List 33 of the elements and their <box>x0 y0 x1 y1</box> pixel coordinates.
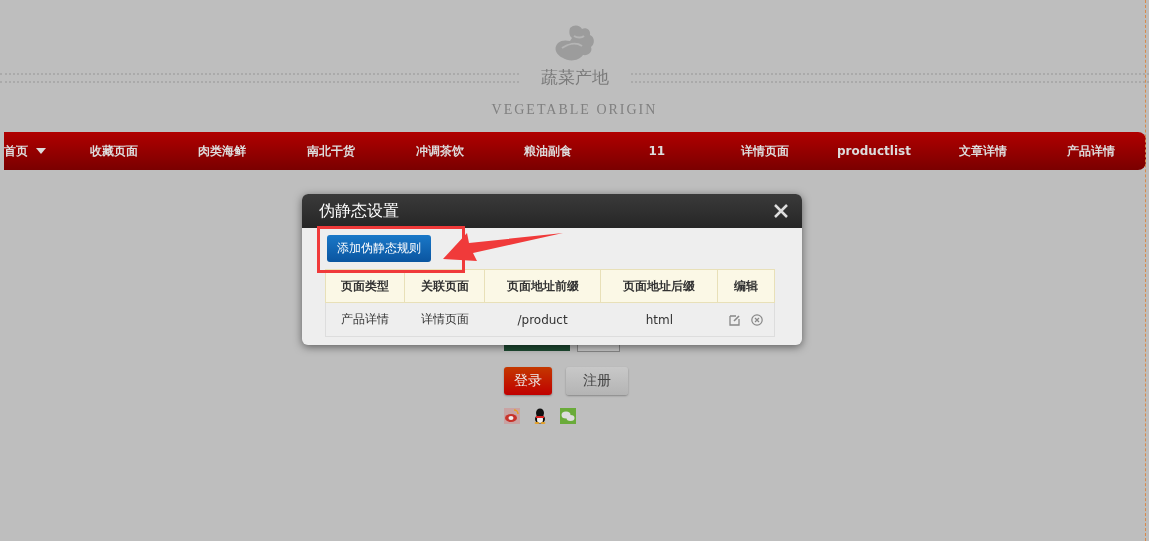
weibo-icon[interactable] <box>504 408 520 424</box>
site-title: 蔬菜产地 <box>539 66 610 89</box>
delete-icon[interactable] <box>750 314 763 326</box>
nav-link[interactable]: 肉类海鲜 <box>168 142 277 160</box>
edit-icon[interactable] <box>728 314 741 326</box>
nav-link[interactable]: 11 <box>602 144 712 158</box>
register-button[interactable]: 注册 <box>566 367 628 395</box>
column-header: 页面地址后缀 <box>600 269 718 303</box>
nav-link[interactable]: 详情页面 <box>711 142 820 160</box>
column-header: 编辑 <box>717 269 775 303</box>
nav-link[interactable]: 文章详情 <box>928 142 1037 160</box>
table-cell: 产品详情 <box>325 302 405 337</box>
nav-link[interactable]: productlist <box>819 144 929 158</box>
column-header: 关联页面 <box>404 269 485 303</box>
column-header: 页面地址前缀 <box>484 269 601 303</box>
nav-link[interactable]: 粮油副食 <box>493 142 603 160</box>
login-button[interactable]: 登录 <box>504 367 552 395</box>
nav-link[interactable]: 收藏页面 <box>59 142 169 160</box>
column-header: 页面类型 <box>325 269 405 303</box>
caret-icon <box>35 148 46 154</box>
dialog-title: 伪静态设置 <box>319 200 399 222</box>
table-cell: html <box>600 302 718 337</box>
table-cell: 详情页面 <box>404 302 485 337</box>
nav-link[interactable]: 南北干货 <box>276 142 386 160</box>
close-button[interactable] <box>774 204 788 218</box>
table-cell: /product <box>484 302 601 337</box>
nav-link[interactable]: 首页 <box>3 142 60 160</box>
add-rule-button[interactable]: 添加伪静态规则 <box>327 235 431 262</box>
nav-link[interactable]: 冲调茶饮 <box>385 142 494 160</box>
site-subtitle: VEGETABLE ORIGIN <box>491 102 658 118</box>
nav-link[interactable]: 产品详情 <box>1036 142 1146 160</box>
chat-icon[interactable] <box>560 408 576 424</box>
penguin-icon[interactable] <box>532 408 548 424</box>
